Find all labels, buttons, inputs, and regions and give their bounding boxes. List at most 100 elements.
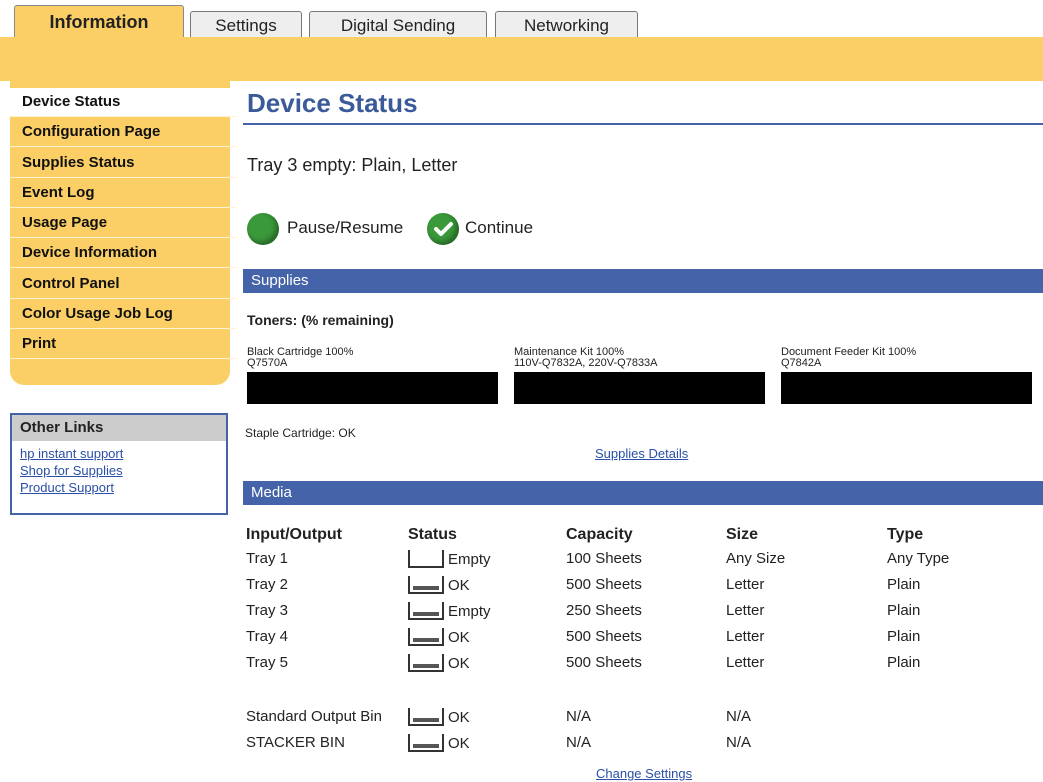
cell-size: N/A <box>726 708 752 725</box>
cell-status: OK <box>408 708 470 726</box>
cell-size: Letter <box>726 628 765 645</box>
sidebar-item-control-panel[interactable]: Control Panel <box>10 270 237 299</box>
cell-status: Empty <box>408 550 491 568</box>
tray-icon <box>408 550 444 568</box>
cartridge-part: Q7570A <box>247 357 288 369</box>
table-row: Tray 1 Empty 100 Sheets Any Size Any Type <box>246 550 1026 574</box>
cell-input-output: Tray 1 <box>246 550 288 567</box>
tray-icon <box>408 654 444 672</box>
cell-capacity: 500 Sheets <box>566 576 642 593</box>
header-bar <box>0 37 1043 81</box>
cell-size: Any Size <box>726 550 786 567</box>
sidebar-item-device-information[interactable]: Device Information <box>10 239 237 269</box>
change-settings-link[interactable]: Change Settings <box>596 766 692 781</box>
tab-information[interactable]: Information <box>14 5 184 39</box>
cartridge-level-bar <box>247 372 498 404</box>
cell-capacity: 100 Sheets <box>566 550 642 567</box>
table-row: Tray 4 OK 500 Sheets Letter Plain <box>246 628 1026 652</box>
sidebar-item-configuration-page[interactable]: Configuration Page <box>10 118 237 148</box>
sidebar-item-supplies-status[interactable]: Supplies Status <box>10 149 237 178</box>
sidebar-nav: Device Status Configuration Page Supplie… <box>10 88 237 361</box>
status-text: OK <box>448 655 470 672</box>
cell-status: OK <box>408 628 470 646</box>
title-divider <box>243 123 1043 125</box>
tab-digital-sending[interactable]: Digital Sending <box>309 11 487 39</box>
status-text: OK <box>448 577 470 594</box>
cell-type: Any Type <box>887 550 950 567</box>
cell-input-output: Tray 3 <box>246 602 288 619</box>
cell-type: Plain <box>887 602 921 619</box>
main-content: Device Status Tray 3 empty: Plain, Lette… <box>233 81 1043 782</box>
status-text: Empty <box>448 551 491 568</box>
status-text: OK <box>448 709 470 726</box>
tray-icon <box>408 576 444 594</box>
page-title: Device Status <box>247 88 418 118</box>
cell-capacity: N/A <box>566 734 592 751</box>
link-shop-for-supplies[interactable]: Shop for Supplies <box>12 462 226 479</box>
status-message: Tray 3 empty: Plain, Letter <box>247 155 458 175</box>
sidebar-item-color-usage-job-log[interactable]: Color Usage Job Log <box>10 300 237 330</box>
cartridge-part: Q7842A <box>781 357 822 369</box>
tab-bar: Information Settings Digital Sending Net… <box>0 5 1043 39</box>
toners-heading: Toners: (% remaining) <box>247 312 394 328</box>
header-type: Type <box>887 526 924 543</box>
tab-settings[interactable]: Settings <box>190 11 302 39</box>
cell-size: Letter <box>726 654 765 671</box>
cell-size: Letter <box>726 602 765 619</box>
tray-icon <box>408 734 444 752</box>
cartridge-part: 110V-Q7832A, 220V-Q7833A <box>514 357 658 369</box>
cell-capacity: N/A <box>566 708 592 725</box>
other-links-title: Other Links <box>12 415 226 441</box>
checkmark-icon <box>427 213 459 245</box>
header-capacity: Capacity <box>566 526 633 543</box>
status-text: OK <box>448 735 470 752</box>
sidebar-item-device-status[interactable]: Device Status <box>10 88 237 117</box>
cartridge-black: Black Cartridge 100% Q7570A <box>247 347 498 404</box>
status-text: OK <box>448 629 470 646</box>
staple-status: Staple Cartridge: OK <box>245 426 356 440</box>
sidebar-item-event-log[interactable]: Event Log <box>10 179 237 208</box>
tray-icon <box>408 708 444 726</box>
cell-type: Plain <box>887 576 921 593</box>
cartridge-maintenance-kit: Maintenance Kit 100% 110V-Q7832A, 220V-Q… <box>514 347 765 404</box>
table-row: STACKER BIN OK N/A N/A <box>246 734 1026 758</box>
link-hp-instant-support[interactable]: hp instant support <box>12 445 226 462</box>
cell-capacity: 500 Sheets <box>566 654 642 671</box>
cartridge-document-feeder-kit: Document Feeder Kit 100% Q7842A <box>781 347 1032 404</box>
cell-status: Empty <box>408 602 491 620</box>
tab-networking[interactable]: Networking <box>495 11 638 39</box>
cell-type: Plain <box>887 654 921 671</box>
supplies-details-link[interactable]: Supplies Details <box>595 446 688 461</box>
continue-label: Continue <box>465 218 534 237</box>
cell-capacity: 500 Sheets <box>566 628 642 645</box>
cartridge-level-bar <box>514 372 765 404</box>
cell-status: OK <box>408 734 470 752</box>
cell-size: N/A <box>726 734 752 751</box>
link-product-support[interactable]: Product Support <box>12 479 226 496</box>
pause-resume-label: Pause/Resume <box>287 218 404 237</box>
header-input-output: Input/Output <box>246 526 342 543</box>
supplies-section-header: Supplies <box>243 269 1043 293</box>
other-links-panel: Other Links hp instant support Shop for … <box>10 413 228 515</box>
cell-input-output: Tray 4 <box>246 628 288 645</box>
header-status: Status <box>408 526 457 543</box>
media-section-header: Media <box>243 481 1043 505</box>
pause-resume-icon <box>247 213 279 245</box>
cell-input-output: STACKER BIN <box>246 734 345 751</box>
tray-icon <box>408 602 444 620</box>
cell-input-output: Tray 2 <box>246 576 288 593</box>
status-text: Empty <box>448 603 491 620</box>
cell-capacity: 250 Sheets <box>566 602 642 619</box>
table-row: Standard Output Bin OK N/A N/A <box>246 708 1026 732</box>
cell-type: Plain <box>887 628 921 645</box>
table-row: Tray 2 OK 500 Sheets Letter Plain <box>246 576 1026 600</box>
cartridge-level-bar <box>781 372 1032 404</box>
cell-input-output: Standard Output Bin <box>246 708 382 725</box>
cell-input-output: Tray 5 <box>246 654 288 671</box>
table-row: Tray 5 OK 500 Sheets Letter Plain <box>246 654 1026 678</box>
table-row: Tray 3 Empty 250 Sheets Letter Plain <box>246 602 1026 626</box>
sidebar-item-usage-page[interactable]: Usage Page <box>10 209 237 239</box>
header-size: Size <box>726 526 759 543</box>
sidebar-item-print[interactable]: Print <box>10 330 237 360</box>
sidebar: Device Status Configuration Page Supplie… <box>10 81 237 385</box>
